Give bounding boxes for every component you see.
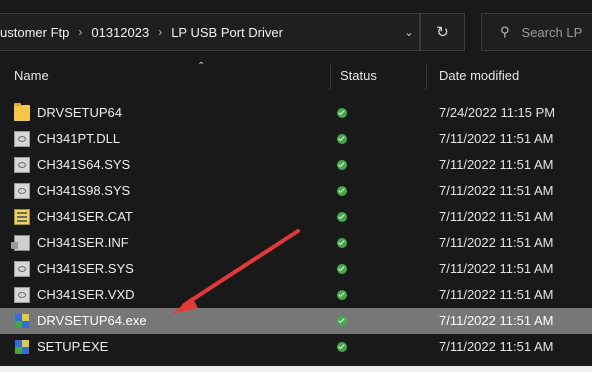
- file-row[interactable]: DRVSETUP64.exe 7/11/2022 11:51 AM: [0, 308, 592, 334]
- sync-status-ok-icon: [337, 134, 347, 144]
- date-modified: 7/11/2022 11:51 AM: [439, 339, 554, 354]
- column-header-date-modified[interactable]: Date modified: [439, 64, 519, 90]
- file-row[interactable]: DRVSETUP64 7/24/2022 11:15 PM: [0, 100, 592, 126]
- sync-status-ok-icon: [337, 264, 347, 274]
- file-row[interactable]: CH341S64.SYS 7/11/2022 11:51 AM: [0, 152, 592, 178]
- sync-status-ok-icon: [337, 342, 347, 352]
- column-header-row: Name ⌃ Status Date modified: [0, 61, 592, 90]
- breadcrumb-separator-icon[interactable]: ›: [158, 25, 162, 39]
- file-name: SETUP.EXE: [37, 339, 109, 354]
- system-file-icon: [14, 131, 30, 147]
- breadcrumb-customer-ftp[interactable]: ustomer Ftp: [0, 25, 69, 40]
- date-modified: 7/11/2022 11:51 AM: [439, 313, 554, 328]
- search-icon: ⚲: [500, 24, 510, 39]
- setup-info-icon: [11, 235, 30, 251]
- file-name: CH341S64.SYS: [37, 157, 131, 172]
- system-file-icon: [14, 287, 30, 303]
- file-row[interactable]: CH341SER.SYS 7/11/2022 11:51 AM: [0, 256, 592, 282]
- file-name: CH341SER.VXD: [37, 287, 135, 302]
- file-name: DRVSETUP64.exe: [37, 313, 147, 328]
- breadcrumb-lp-usb-port-driver[interactable]: LP USB Port Driver: [171, 25, 283, 40]
- file-explorer-window: ustomer Ftp › 01312023 › LP USB Port Dri…: [0, 0, 592, 366]
- file-row[interactable]: CH341SER.CAT 7/11/2022 11:51 AM: [0, 204, 592, 230]
- system-file-icon: [14, 261, 30, 277]
- file-name: DRVSETUP64: [37, 105, 123, 120]
- column-header-name[interactable]: Name: [14, 64, 49, 90]
- address-bar[interactable]: ustomer Ftp › 01312023 › LP USB Port Dri…: [0, 13, 420, 51]
- date-modified: 7/11/2022 11:51 AM: [439, 235, 554, 250]
- file-name: CH341PT.DLL: [37, 131, 121, 146]
- application-icon: [14, 313, 30, 329]
- folder-icon: [14, 103, 30, 121]
- file-row[interactable]: CH341S98.SYS 7/11/2022 11:51 AM: [0, 178, 592, 204]
- date-modified: 7/11/2022 11:51 AM: [439, 261, 554, 276]
- sync-status-ok-icon: [337, 316, 347, 326]
- file-row[interactable]: CH341SER.INF 7/11/2022 11:51 AM: [0, 230, 592, 256]
- sort-ascending-icon: ⌃: [197, 61, 206, 72]
- file-name: CH341S98.SYS: [37, 183, 131, 198]
- application-icon: [14, 339, 30, 355]
- date-modified: 7/24/2022 11:15 PM: [439, 105, 556, 120]
- sync-status-ok-icon: [337, 212, 347, 222]
- system-file-icon: [14, 157, 30, 173]
- column-divider[interactable]: [330, 64, 331, 90]
- breadcrumb-separator-icon[interactable]: ›: [78, 25, 82, 39]
- chevron-down-icon[interactable]: ⌄: [398, 13, 420, 51]
- column-divider[interactable]: [426, 64, 427, 90]
- refresh-icon: ↻: [436, 24, 449, 41]
- date-modified: 7/11/2022 11:51 AM: [439, 287, 554, 302]
- date-modified: 7/11/2022 11:51 AM: [439, 209, 554, 224]
- file-row[interactable]: SETUP.EXE 7/11/2022 11:51 AM: [0, 334, 592, 360]
- sync-status-ok-icon: [337, 160, 347, 170]
- address-toolbar: ustomer Ftp › 01312023 › LP USB Port Dri…: [0, 0, 592, 64]
- date-modified: 7/11/2022 11:51 AM: [439, 131, 554, 146]
- search-placeholder: Search LP: [521, 24, 583, 40]
- file-row[interactable]: CH341SER.VXD 7/11/2022 11:51 AM: [0, 282, 592, 308]
- sync-status-ok-icon: [337, 238, 347, 248]
- date-modified: 7/11/2022 11:51 AM: [439, 183, 554, 198]
- file-row[interactable]: CH341PT.DLL 7/11/2022 11:51 AM: [0, 126, 592, 152]
- breadcrumb-01312023[interactable]: 01312023: [91, 25, 149, 40]
- file-list: DRVSETUP64 7/24/2022 11:15 PM CH341PT.DLL 7…: [0, 100, 592, 360]
- refresh-button[interactable]: ↻: [420, 13, 465, 51]
- search-input[interactable]: ⚲ Search LP: [481, 13, 592, 51]
- security-catalog-icon: [14, 209, 30, 225]
- sync-status-ok-icon: [337, 186, 347, 196]
- column-header-status[interactable]: Status: [340, 64, 377, 90]
- file-name: CH341SER.SYS: [37, 261, 134, 276]
- system-file-icon: [14, 183, 30, 199]
- sync-status-ok-icon: [337, 290, 347, 300]
- date-modified: 7/11/2022 11:51 AM: [439, 157, 554, 172]
- file-name: CH341SER.CAT: [37, 209, 133, 224]
- file-name: CH341SER.INF: [37, 235, 129, 250]
- sync-status-ok-icon: [337, 108, 347, 118]
